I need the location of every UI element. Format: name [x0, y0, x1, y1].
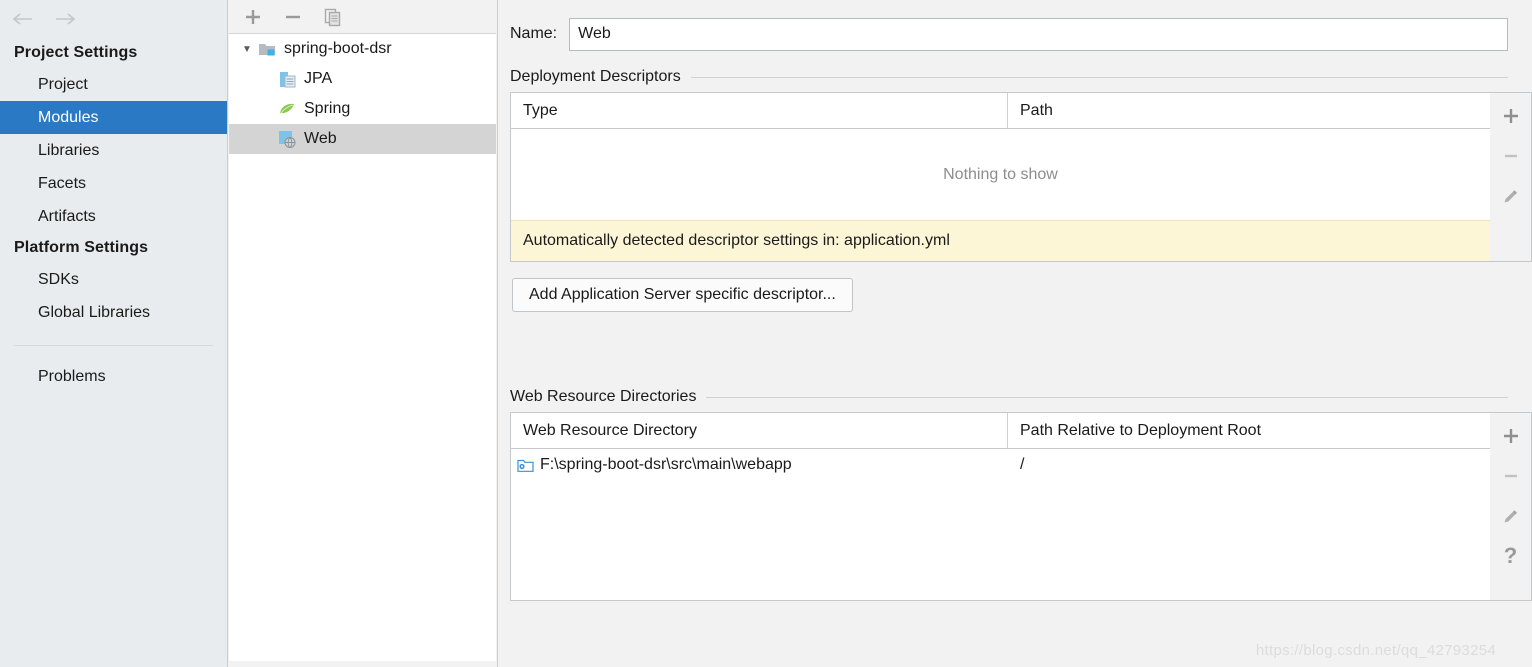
empty-state-text: Nothing to show — [943, 165, 1058, 183]
forward-arrow-icon[interactable] — [52, 8, 78, 30]
column-header-web-resource-directory[interactable]: Web Resource Directory — [511, 413, 1008, 448]
table-header-row: Web Resource Directory Path Relative to … — [511, 413, 1490, 449]
settings-sidebar: Project Settings Project Modules Librari… — [0, 0, 228, 667]
navigation-arrows — [0, 0, 227, 38]
web-facet-icon — [277, 129, 297, 149]
remove-descriptor-button[interactable] — [1494, 139, 1528, 173]
spring-facet-icon — [277, 99, 297, 119]
tree-item-label: JPA — [304, 70, 333, 87]
expand-collapse-icon[interactable]: ▼ — [237, 39, 257, 59]
module-editor-panel: Name: Deployment Descriptors Type Path N… — [498, 0, 1532, 667]
sidebar-item-artifacts[interactable]: Artifacts — [0, 200, 227, 233]
table-row[interactable]: F:\spring-boot-dsr\src\main\webapp / — [511, 449, 1490, 481]
jpa-facet-icon — [277, 69, 297, 89]
deployment-descriptors-section-header: Deployment Descriptors — [498, 54, 1532, 92]
sidebar-item-project[interactable]: Project — [0, 68, 227, 101]
table-body: F:\spring-boot-dsr\src\main\webapp / — [511, 449, 1490, 569]
column-header-path[interactable]: Path — [1008, 93, 1490, 128]
column-header-type[interactable]: Type — [511, 93, 1008, 128]
sidebar-item-sdks[interactable]: SDKs — [0, 263, 227, 296]
back-arrow-icon[interactable] — [10, 8, 36, 30]
sidebar-item-modules[interactable]: Modules — [0, 101, 227, 134]
module-tree-toolbar — [228, 0, 497, 33]
relative-path-cell: / — [1020, 456, 1025, 473]
add-application-server-descriptor-button[interactable]: Add Application Server specific descript… — [512, 278, 853, 312]
tree-item-label: Web — [304, 130, 337, 147]
sidebar-group-platform-settings: Platform Settings — [14, 239, 149, 256]
web-resource-directory-cell: F:\spring-boot-dsr\src\main\webapp — [511, 456, 1008, 474]
web-resource-directories-table-wrap: Web Resource Directory Path Relative to … — [510, 412, 1532, 601]
web-resource-directories-section-header: Web Resource Directories — [498, 312, 1532, 412]
sidebar-item-libraries[interactable]: Libraries — [0, 134, 227, 167]
web-resource-folder-icon — [517, 458, 534, 473]
tree-row-web[interactable]: Web — [229, 124, 496, 154]
add-module-button[interactable] — [242, 6, 264, 28]
copy-module-button[interactable] — [322, 6, 344, 28]
watermark-text: https://blog.csdn.net/qq_42793254 — [1255, 642, 1496, 659]
table-header-row: Type Path — [511, 93, 1490, 129]
remove-web-resource-button[interactable] — [1494, 459, 1528, 493]
module-folder-icon — [257, 39, 277, 59]
deployment-descriptors-table-wrap: Type Path Nothing to show Automatically … — [510, 92, 1532, 262]
name-label: Name: — [510, 25, 558, 42]
tree-row-root[interactable]: ▼ spring-boot-dsr — [229, 34, 496, 64]
tree-row-jpa[interactable]: JPA — [229, 64, 496, 94]
section-rule — [706, 396, 1508, 398]
column-header-relative-path[interactable]: Path Relative to Deployment Root — [1008, 413, 1490, 448]
edit-web-resource-button[interactable] — [1494, 499, 1528, 533]
tree-item-label: Spring — [304, 100, 351, 117]
section-title: Deployment Descriptors — [510, 68, 681, 85]
remove-module-button[interactable] — [282, 6, 304, 28]
section-rule — [690, 76, 1508, 78]
tree-row-spring[interactable]: Spring — [229, 94, 496, 124]
edit-descriptor-button[interactable] — [1494, 179, 1528, 213]
module-tree-panel: ▼ spring-boot-dsr JPA Spring Web — [228, 0, 498, 667]
sidebar-item-problems[interactable]: Problems — [0, 360, 227, 393]
auto-detected-descriptor-banner: Automatically detected descriptor settin… — [511, 220, 1490, 261]
add-web-resource-button[interactable] — [1494, 419, 1528, 453]
project-structure-dialog: Project Settings Project Modules Librari… — [0, 0, 1532, 667]
web-resource-directory-path: F:\spring-boot-dsr\src\main\webapp — [540, 456, 792, 473]
module-name-input[interactable] — [569, 17, 1508, 51]
sidebar-group-project-settings: Project Settings — [14, 44, 138, 61]
deployment-descriptors-table[interactable]: Type Path Nothing to show Automatically … — [510, 92, 1490, 262]
sidebar-divider — [14, 345, 213, 346]
module-tree[interactable]: ▼ spring-boot-dsr JPA Spring Web — [229, 33, 496, 661]
web-resource-directories-toolbar: ? — [1490, 412, 1532, 601]
help-button[interactable]: ? — [1494, 539, 1528, 573]
deployment-descriptors-toolbar — [1490, 92, 1532, 262]
section-title: Web Resource Directories — [510, 388, 697, 405]
module-name-row: Name: — [498, 0, 1532, 54]
tree-root-label: spring-boot-dsr — [284, 40, 392, 57]
add-descriptor-button[interactable] — [1494, 99, 1528, 133]
web-resource-directories-table[interactable]: Web Resource Directory Path Relative to … — [510, 412, 1490, 601]
sidebar-item-facets[interactable]: Facets — [0, 167, 227, 200]
sidebar-item-global-libraries[interactable]: Global Libraries — [0, 296, 227, 329]
